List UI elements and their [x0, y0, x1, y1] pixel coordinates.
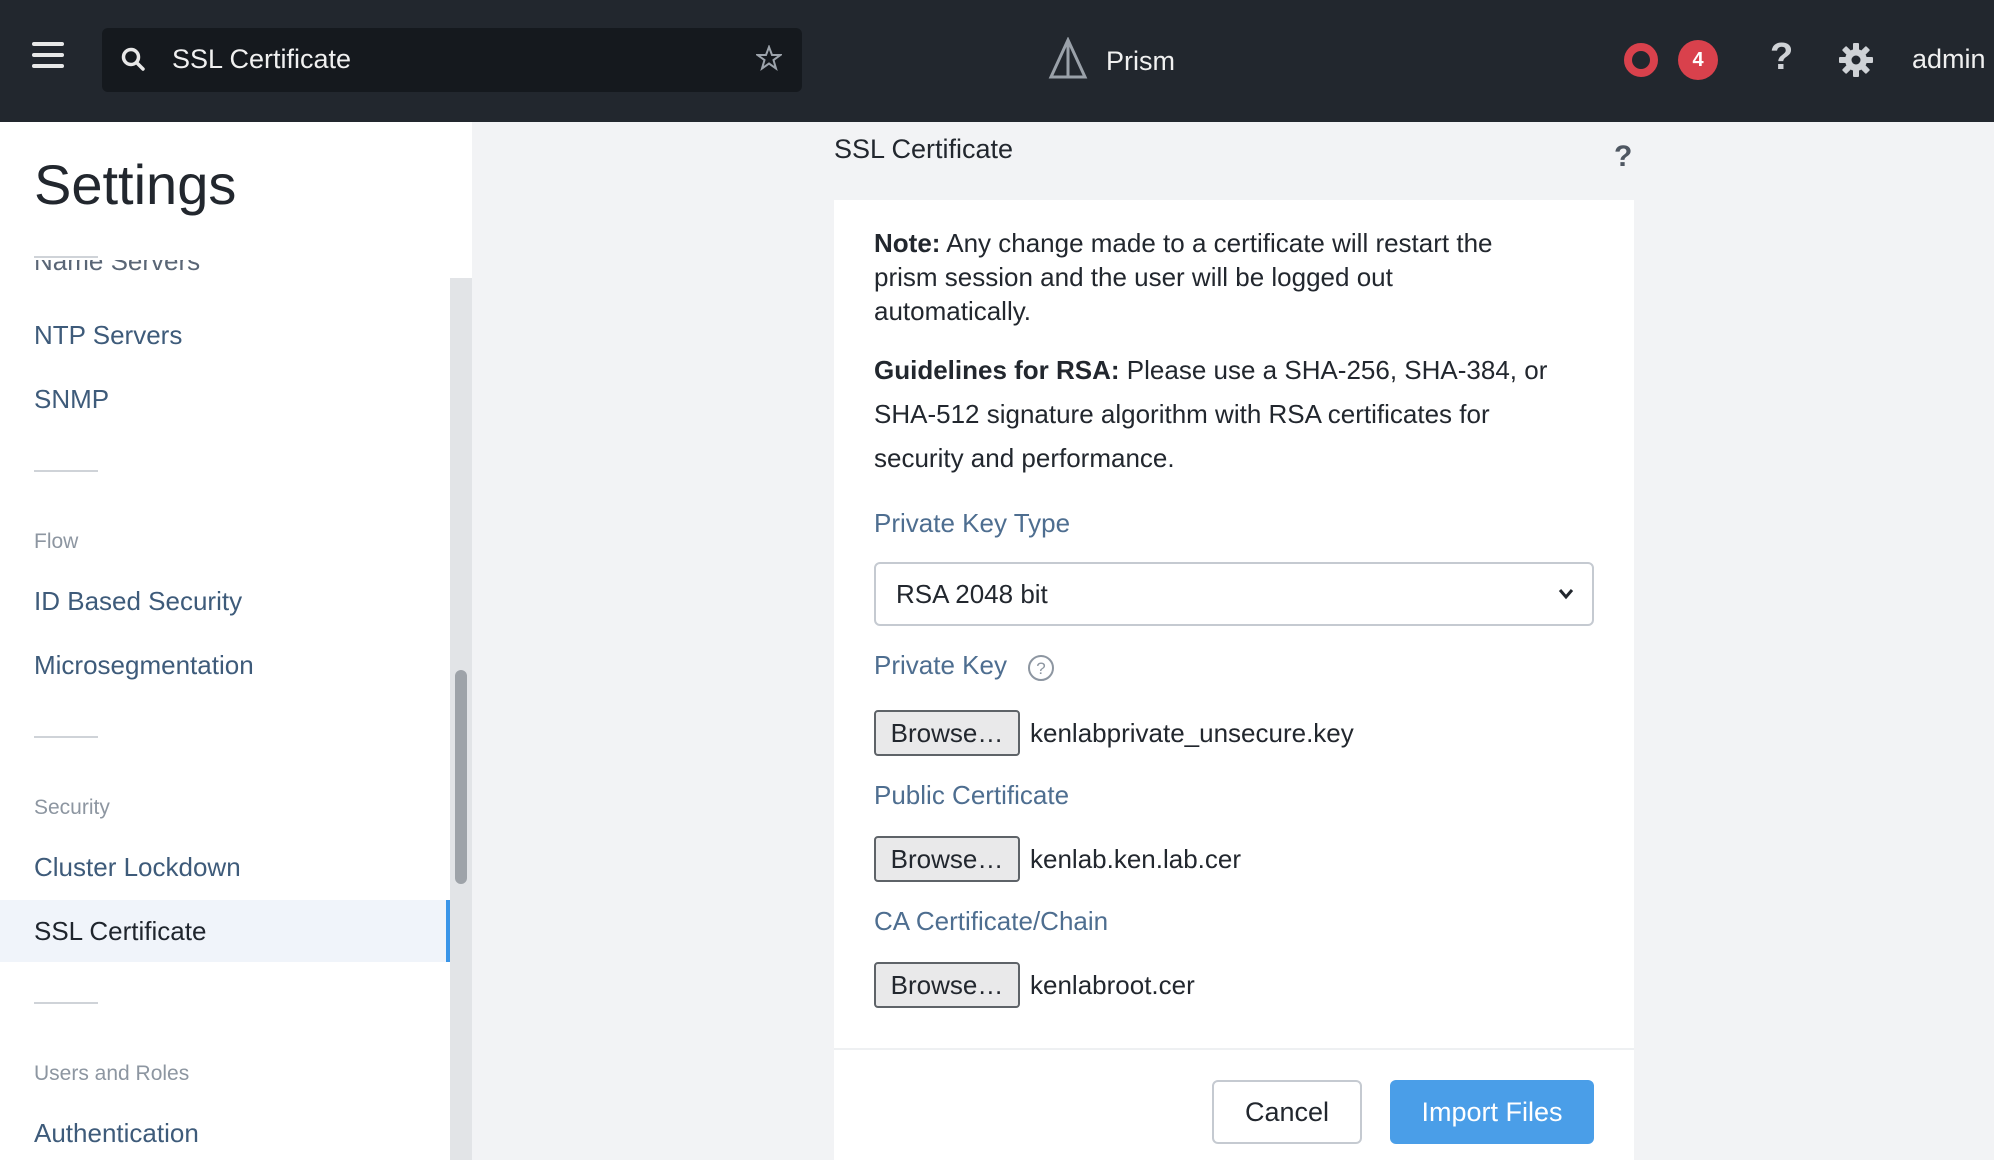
import-files-button[interactable]: Import Files — [1390, 1080, 1594, 1144]
search-input[interactable]: SSL Certificate — [102, 28, 802, 92]
private-key-type-label: Private Key Type — [874, 508, 1071, 538]
panel-title: SSL Certificate — [834, 134, 1014, 164]
sidebar-item-authentication[interactable]: Authentication — [0, 1102, 450, 1160]
brand[interactable]: Prism — [1048, 35, 1175, 86]
sidebar-item-partial[interactable]: Name Servers — [34, 260, 234, 274]
cancel-button[interactable]: Cancel — [1212, 1080, 1362, 1144]
note-text: Note: Any change made to a certificate w… — [874, 226, 1554, 328]
page-title: Settings — [34, 153, 237, 216]
sidebar-item-snmp[interactable]: SNMP — [0, 368, 450, 430]
private-key-type-select[interactable]: RSA 2048 bit — [874, 562, 1594, 626]
panel-help-icon[interactable]: ? — [1614, 140, 1632, 174]
public-certificate-browse-button[interactable]: Browse… — [874, 836, 1020, 882]
ca-certificate-browse-button[interactable]: Browse… — [874, 962, 1020, 1008]
section-label-flow: Flow — [34, 530, 79, 553]
settings-sidebar: Settings Name Servers NTP Servers SNMP F… — [0, 122, 472, 1160]
sidebar-item-ssl-certificate[interactable]: SSL Certificate — [0, 900, 450, 962]
note-label: Note: — [874, 228, 941, 258]
footer-divider — [834, 1048, 1634, 1050]
guidelines-label: Guidelines for RSA: — [874, 355, 1120, 385]
divider — [34, 256, 98, 258]
divider — [34, 1002, 98, 1004]
search-icon — [120, 46, 146, 77]
gear-icon[interactable] — [1838, 42, 1874, 83]
svg-text:?: ? — [1036, 659, 1045, 678]
sidebar-item-label: Name Servers — [34, 260, 200, 274]
ssl-certificate-form: Note: Any change made to a certificate w… — [834, 200, 1634, 1160]
sidebar-item-ntp-servers[interactable]: NTP Servers — [0, 304, 450, 366]
sidebar-item-id-based-security[interactable]: ID Based Security — [0, 570, 450, 632]
question-circle-icon[interactable]: ? — [1027, 654, 1055, 687]
public-certificate-file-name: kenlab.ken.lab.cer — [1030, 844, 1242, 874]
hamburger-menu-icon[interactable] — [32, 42, 64, 74]
section-label-users-and-roles: Users and Roles — [34, 1062, 190, 1085]
user-menu[interactable]: admin — [1912, 44, 1986, 75]
ca-certificate-label: CA Certificate/Chain — [874, 906, 1109, 936]
chevron-down-icon — [1558, 587, 1574, 606]
prism-logo-icon — [1048, 35, 1088, 86]
sidebar-item-microsegmentation[interactable]: Microsegmentation — [0, 634, 450, 696]
divider — [34, 470, 98, 472]
public-certificate-label: Public Certificate — [874, 780, 1070, 810]
private-key-label: Private Key — [874, 650, 1007, 680]
guidelines-text: Guidelines for RSA: Please use a SHA-256… — [874, 348, 1574, 480]
alert-count-badge[interactable]: 4 — [1678, 40, 1718, 80]
divider — [34, 736, 98, 738]
note-body: Any change made to a certificate will re… — [874, 228, 1493, 326]
section-label-security: Security — [34, 796, 110, 819]
help-icon[interactable]: ? — [1770, 36, 1793, 79]
ca-certificate-file-name: kenlabroot.cer — [1030, 970, 1195, 1000]
top-navigation-bar: SSL Certificate Prism 4 ? admin — [0, 0, 1994, 122]
brand-name: Prism — [1106, 45, 1175, 76]
sidebar-scrollbar-thumb[interactable] — [455, 670, 467, 884]
alert-ring-icon[interactable] — [1624, 43, 1658, 82]
private-key-type-value: RSA 2048 bit — [896, 579, 1048, 609]
search-value: SSL Certificate — [172, 44, 352, 74]
private-key-browse-button[interactable]: Browse… — [874, 710, 1020, 756]
private-key-file-name: kenlabprivate_unsecure.key — [1030, 718, 1354, 748]
star-icon[interactable] — [754, 44, 784, 76]
sidebar-item-cluster-lockdown[interactable]: Cluster Lockdown — [0, 836, 450, 898]
